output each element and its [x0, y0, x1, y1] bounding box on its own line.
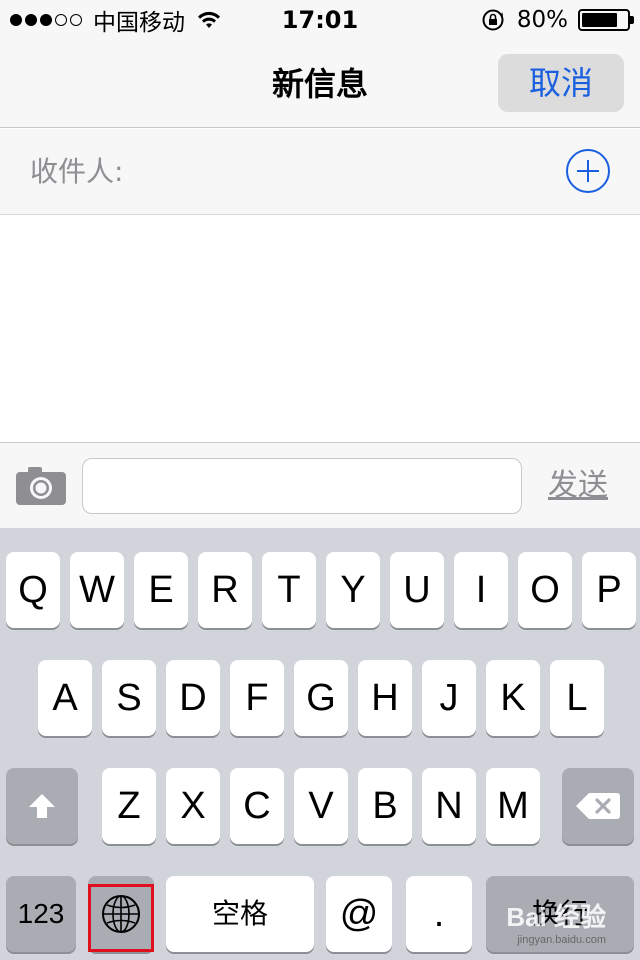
key-a[interactable]: A	[38, 660, 92, 736]
watermark-url: jingyan.baidu.com	[517, 934, 606, 946]
key-o[interactable]: O	[518, 552, 572, 628]
space-key[interactable]: 空格	[166, 876, 314, 952]
key-d[interactable]: D	[166, 660, 220, 736]
message-thread	[0, 216, 640, 442]
battery-fill	[582, 13, 618, 27]
key-r[interactable]: R	[198, 552, 252, 628]
keyboard: Q W E R T Y U I O P A S D F G H J K L Z …	[0, 528, 640, 960]
key-b[interactable]: B	[358, 768, 412, 844]
key-n[interactable]: N	[422, 768, 476, 844]
period-key[interactable]: .	[406, 876, 472, 952]
key-j[interactable]: J	[422, 660, 476, 736]
key-z[interactable]: Z	[102, 768, 156, 844]
battery-percent: 80%	[516, 7, 568, 33]
nav-bar: 新信息 取消	[0, 40, 640, 128]
backspace-icon	[576, 793, 620, 819]
status-right: 80%	[481, 4, 634, 36]
delete-key[interactable]	[562, 768, 634, 844]
key-x[interactable]: X	[166, 768, 220, 844]
key-k[interactable]: K	[486, 660, 540, 736]
key-u[interactable]: U	[390, 552, 444, 628]
key-w[interactable]: W	[70, 552, 124, 628]
send-button[interactable]: 发送	[548, 443, 608, 529]
message-input[interactable]	[82, 458, 522, 514]
numbers-key[interactable]: 123	[6, 876, 76, 952]
key-q[interactable]: Q	[6, 552, 60, 628]
recipient-label: 收件人:	[30, 155, 124, 188]
key-g[interactable]: G	[294, 660, 348, 736]
key-l[interactable]: L	[550, 660, 604, 736]
add-contact-icon[interactable]	[566, 149, 610, 193]
globe-key-highlight	[88, 884, 154, 952]
battery-icon	[578, 9, 634, 31]
compose-bar: 发送	[0, 442, 640, 528]
cancel-button[interactable]: 取消	[498, 54, 624, 112]
key-e[interactable]: E	[134, 552, 188, 628]
camera-icon[interactable]	[16, 465, 66, 505]
key-v[interactable]: V	[294, 768, 348, 844]
key-s[interactable]: S	[102, 660, 156, 736]
key-m[interactable]: M	[486, 768, 540, 844]
watermark: Bai 经验 jingyan.baidu.com	[506, 897, 606, 946]
at-key[interactable]: @	[326, 876, 392, 952]
shift-key[interactable]	[6, 768, 78, 844]
rotation-lock-icon	[482, 9, 504, 31]
key-c[interactable]: C	[230, 768, 284, 844]
key-p[interactable]: P	[582, 552, 636, 628]
status-bar: 中国移动 17:01 80%	[0, 0, 640, 40]
key-f[interactable]: F	[230, 660, 284, 736]
recipient-field[interactable]: 收件人:	[0, 129, 640, 215]
watermark-text: Bai 经验	[506, 902, 606, 932]
key-i[interactable]: I	[454, 552, 508, 628]
key-y[interactable]: Y	[326, 552, 380, 628]
key-h[interactable]: H	[358, 660, 412, 736]
key-t[interactable]: T	[262, 552, 316, 628]
shift-icon	[29, 794, 55, 818]
